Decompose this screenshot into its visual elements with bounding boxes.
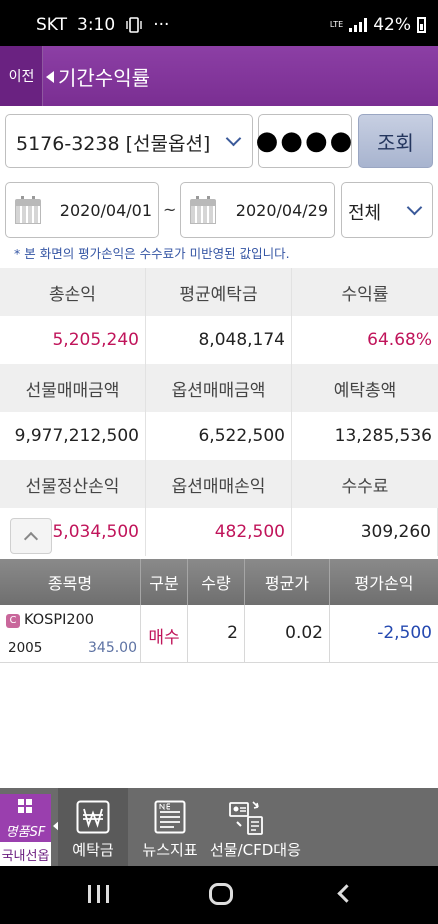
notice-text: * 본 화면의 평가손익은 수수료가 미반영된 값입니다. [14, 246, 290, 261]
column-header: 수량 [188, 559, 245, 605]
summary-header-row: 총손익 평균예탁금 수익률 [0, 268, 438, 316]
commission-value: 309,260 [292, 508, 438, 556]
nav-label: 선물/CFD대응 [210, 841, 301, 859]
calendar-icon [15, 196, 41, 224]
table-row[interactable]: C KOSPI200 2005 345.00 매수 2 0.02 -2,500 [0, 605, 438, 663]
title-bar: 이전 기간수익률 [0, 46, 438, 106]
period-row: 2020/04/01 ~ 2020/04/29 전체 [0, 182, 438, 238]
instrument-cell: C KOSPI200 2005 345.00 [0, 605, 141, 662]
return-rate-value: 64.68% [292, 316, 438, 364]
summary-header-row: 선물매매금액 옵션매매금액 예탁총액 [0, 364, 438, 412]
summary-value-row: 5,205,240 8,048,174 64.68% [0, 316, 438, 364]
query-button[interactable]: 조회 [358, 114, 433, 168]
summary-label: 수수료 [292, 460, 438, 508]
avg-price-cell: 0.02 [245, 605, 330, 662]
summary-header-row: 선물정산손익 옵션매매손익 수수료 [0, 460, 438, 508]
grid-icon [18, 799, 32, 813]
brand-menu-button[interactable]: 명품SF 국내선옵 [0, 794, 51, 866]
end-date-field[interactable]: 2020/04/29 [180, 182, 335, 238]
chevron-up-icon [23, 531, 39, 547]
recent-apps-icon[interactable] [88, 885, 109, 903]
chevron-down-icon [225, 130, 242, 147]
nav-label: 뉴스지표 [142, 841, 198, 859]
options-trade-pnl: 482,500 [146, 508, 292, 556]
account-select[interactable]: 5176-3238 [선물옵션] [5, 114, 253, 168]
password-field[interactable]: ●●●● [256, 114, 352, 168]
page-title: 기간수익률 [46, 62, 150, 91]
signal-icon [349, 18, 368, 32]
qty-value: 2 [227, 623, 238, 643]
column-header: 평가손익 [354, 574, 414, 593]
nav-label: 예탁금 [72, 841, 114, 859]
lte-label: LTE [329, 20, 344, 29]
page-title-text: 기간수익률 [58, 66, 150, 90]
table-header: 종목명 구분 수량 평균가 평가손익 [0, 559, 438, 605]
summary-label: 선물매매금액 [0, 364, 146, 412]
summary-label: 평균예탁금 [146, 268, 292, 316]
start-date-field[interactable]: 2020/04/01 [5, 182, 159, 238]
avg-deposit-value: 8,048,174 [146, 316, 292, 364]
collapse-button[interactable] [10, 518, 52, 554]
instrument-name: KOSPI200 [24, 612, 95, 628]
qty-cell: 2 [188, 605, 245, 662]
filter-select[interactable]: 전체 [341, 182, 433, 238]
calendar-icon [190, 196, 216, 224]
date-separator: ~ [163, 200, 177, 219]
summary-value-row: 9,977,212,500 6,522,500 13,285,536 [0, 412, 438, 460]
nav-news[interactable]: 뉴스지표 [135, 788, 205, 866]
battery-percent: 42% [373, 15, 411, 35]
total-deposit-value: 13,285,536 [292, 412, 438, 460]
positions-table: 종목명 구분 수량 평균가 평가손익 C KOSPI200 2005 345.0… [0, 559, 438, 663]
status-bar: SKT 3:10 ··· LTE 42% [0, 0, 438, 46]
side-value: 매수 [148, 628, 180, 648]
summary-grid: 총손익 평균예탁금 수익률 5,205,240 8,048,174 64.68%… [0, 268, 438, 556]
side-cell: 매수 [141, 605, 188, 662]
back-icon[interactable] [337, 884, 356, 903]
summary-label: 수익률 [292, 268, 438, 316]
column-header: 종목명 [0, 559, 141, 605]
bottom-nav: 명품SF 국내선옵 예탁금 뉴스지표 선물/CFD대응 [0, 788, 438, 866]
eval-pnl-cell: -2,500 [330, 605, 438, 662]
end-date: 2020/04/29 [235, 201, 328, 220]
vibrate-icon [126, 17, 142, 33]
back-button[interactable]: 이전 [0, 46, 43, 106]
home-icon[interactable] [209, 883, 233, 905]
summary-value-row: 5,034,500 482,500 309,260 [0, 508, 438, 556]
carrier-label: SKT [36, 15, 68, 35]
nav-deposit[interactable]: 예탁금 [58, 788, 128, 866]
summary-label: 선물정산손익 [0, 460, 146, 508]
overflow-dots: ··· [153, 15, 170, 35]
filter-value: 전체 [348, 203, 382, 224]
account-number: 5176-3238 [선물옵션] [16, 133, 211, 155]
clock: 3:10 [77, 15, 116, 35]
start-date: 2020/04/01 [59, 201, 152, 220]
caret-left-icon [46, 70, 54, 83]
futures-trade-amount: 9,977,212,500 [0, 412, 146, 460]
chevron-down-icon [406, 199, 423, 216]
battery-icon [417, 17, 426, 33]
news-icon [154, 800, 186, 834]
summary-label: 총손익 [0, 268, 146, 316]
brand-text: 명품SF [5, 825, 46, 840]
avg-price-value: 0.02 [285, 623, 323, 643]
summary-label: 예탁총액 [292, 364, 438, 412]
column-header: 구분 [141, 559, 188, 605]
nav-cfd[interactable]: 선물/CFD대응 [210, 788, 301, 866]
summary-label: 옵션매매금액 [146, 364, 292, 412]
column-header: 평균가 [245, 559, 330, 605]
instrument-code: 2005 [8, 640, 43, 656]
strike-price: 345.00 [88, 640, 137, 656]
eval-pnl-value: -2,500 [377, 623, 432, 643]
cfd-icon [229, 801, 263, 835]
summary-label: 옵션매매손익 [146, 460, 292, 508]
account-row: 5176-3238 [선물옵션] ●●●● 조회 [0, 112, 438, 170]
won-icon [76, 800, 110, 834]
system-nav-bar [0, 866, 438, 924]
call-badge: C [6, 614, 20, 628]
total-pnl-value: 5,205,240 [0, 316, 146, 364]
options-trade-amount: 6,522,500 [146, 412, 292, 460]
brand-sub: 국내선옵 [0, 842, 51, 866]
